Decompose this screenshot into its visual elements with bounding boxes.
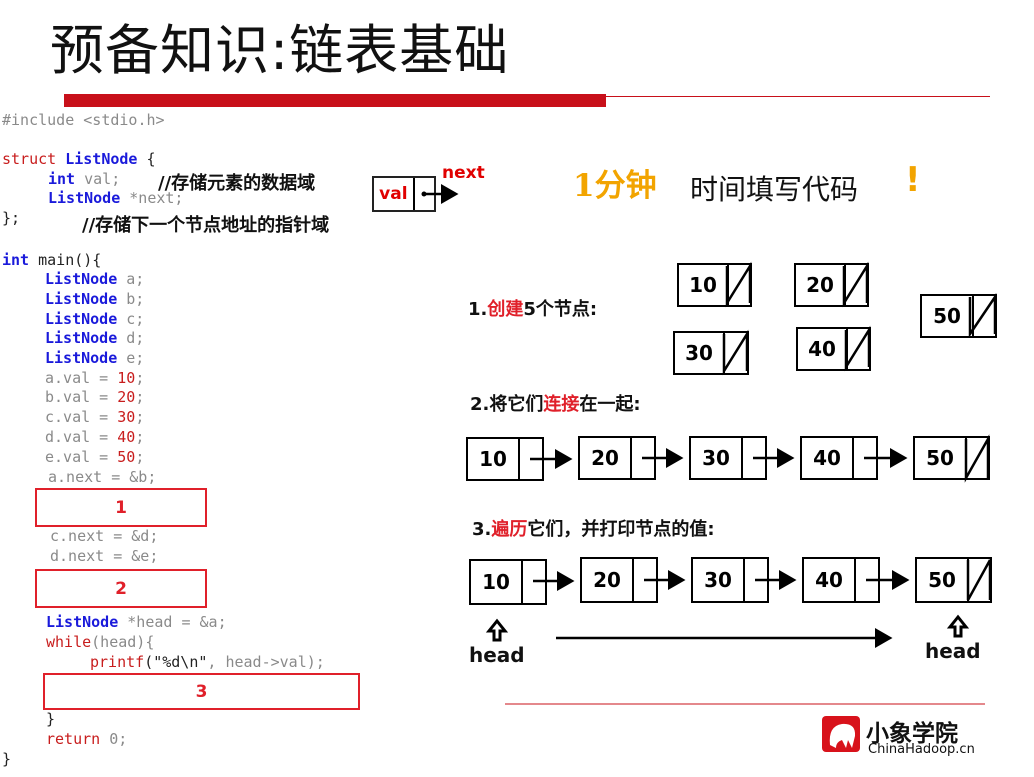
head-pointer-icons	[485, 614, 970, 642]
struct-next-arrow	[421, 184, 459, 204]
null-pointer-slashes	[722, 261, 997, 601]
link-arrows-step2	[530, 448, 908, 469]
logo-site: ChinaHadoop.cn	[868, 742, 975, 757]
diagram-overlay	[421, 184, 997, 752]
link-arrows-step3	[533, 570, 910, 591]
logo-elephant-icon	[822, 716, 860, 752]
